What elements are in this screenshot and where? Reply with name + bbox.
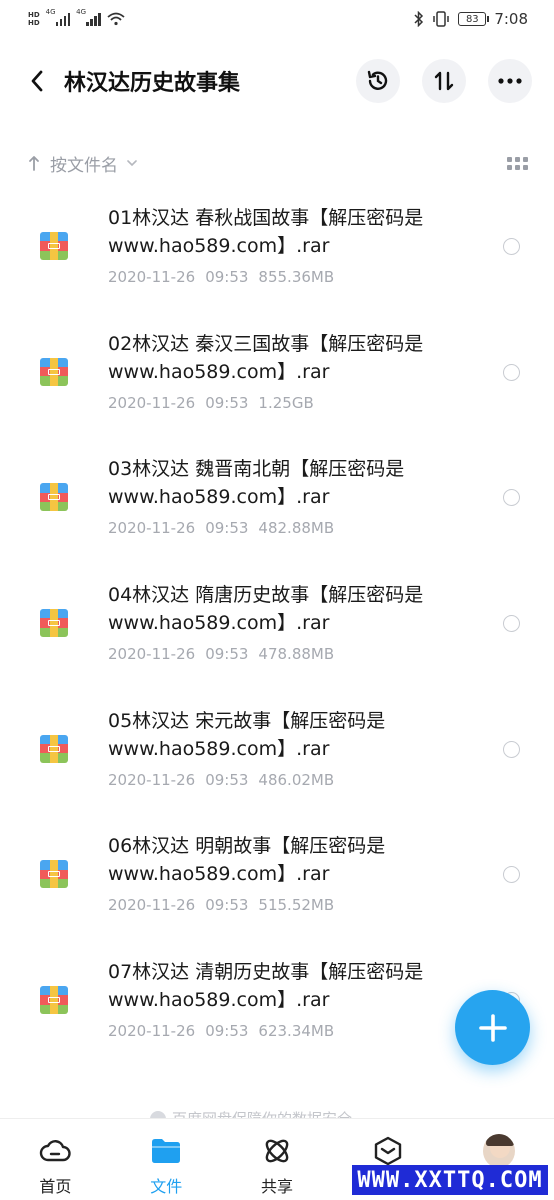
file-date: 2020-11-26 xyxy=(108,896,196,915)
tab-share[interactable]: 共享 xyxy=(222,1119,333,1200)
archive-file-icon xyxy=(40,357,68,386)
more-button[interactable] xyxy=(488,59,532,103)
file-name: 01林汉达 春秋战国故事【解压密码是www.hao589.com】.rar xyxy=(108,207,424,257)
list-item[interactable]: 03林汉达 魏晋南北朝【解压密码是www.hao589.com】.rar 202… xyxy=(0,443,554,569)
status-right: 83 7:08 xyxy=(414,10,528,28)
hd-icon: HD HD xyxy=(28,11,40,27)
vibrate-icon xyxy=(433,11,450,27)
list-item[interactable]: 04林汉达 隋唐历史故事【解压密码是www.hao589.com】.rar 20… xyxy=(0,569,554,695)
sort-button[interactable] xyxy=(422,59,466,103)
status-left: HD HD 4G 4G xyxy=(28,8,125,27)
add-button[interactable] xyxy=(455,990,530,1065)
battery-indicator: 83 xyxy=(458,12,490,26)
file-size: 1.25GB xyxy=(258,393,314,412)
select-radio[interactable] xyxy=(503,615,520,633)
file-name: 06林汉达 明朝故事【解压密码是www.hao589.com】.rar xyxy=(108,835,386,886)
tab-home-label: 首页 xyxy=(39,1177,72,1196)
archive-file-icon xyxy=(40,609,68,638)
cloud-icon xyxy=(40,1140,72,1162)
file-date: 2020-11-26 xyxy=(108,770,196,789)
tab-home[interactable]: 首页 xyxy=(0,1119,111,1200)
select-radio[interactable] xyxy=(503,740,520,758)
select-radio[interactable] xyxy=(503,363,520,381)
file-meta: 2020-11-26 09:53 515.52MB xyxy=(108,896,344,914)
file-name: 02林汉达 秦汉三国故事【解压密码是www.hao589.com】.rar xyxy=(108,332,424,383)
file-date: 2020-11-26 xyxy=(108,393,196,412)
status-bar: HD HD 4G 4G 83 7:08 xyxy=(0,0,554,38)
select-radio[interactable] xyxy=(503,238,520,255)
file-date: 2020-11-26 xyxy=(108,645,196,664)
back-icon xyxy=(31,70,43,92)
bluetooth-icon xyxy=(414,11,424,27)
file-meta: 2020-11-26 09:53 855.36MB xyxy=(108,268,344,286)
archive-file-icon xyxy=(40,483,68,512)
grid-view-icon[interactable] xyxy=(507,156,528,170)
chevron-down-icon[interactable] xyxy=(126,159,138,167)
file-date: 2020-11-26 xyxy=(108,519,196,538)
tab-share-label: 共享 xyxy=(260,1177,293,1196)
file-time: 09:53 xyxy=(205,645,249,664)
archive-file-icon xyxy=(40,860,68,889)
signal-icon: 4G xyxy=(46,8,71,26)
file-meta: 2020-11-26 09:53 486.02MB xyxy=(108,771,344,789)
plus-icon xyxy=(478,1013,507,1042)
file-size: 478.88MB xyxy=(258,645,335,664)
header: 林汉达历史故事集 xyxy=(0,50,554,112)
file-time: 09:53 xyxy=(205,896,249,915)
file-size: 855.36MB xyxy=(258,268,335,286)
list-item[interactable]: 05林汉达 宋元故事【解压密码是www.hao589.com】.rar 2020… xyxy=(0,695,554,821)
folder-icon xyxy=(152,1139,181,1163)
file-time: 09:53 xyxy=(205,268,249,286)
file-meta: 2020-11-26 09:53 478.88MB xyxy=(108,645,344,663)
watermark: WWW.XXTTQ.COM xyxy=(352,1165,548,1195)
list-item[interactable]: 01林汉达 春秋战国故事【解压密码是www.hao589.com】.rar 20… xyxy=(0,192,554,318)
file-size: 515.52MB xyxy=(258,896,335,915)
file-meta: 2020-11-26 09:53 623.34MB xyxy=(108,1022,344,1040)
file-meta: 2020-11-26 09:53 1.25GB xyxy=(108,394,324,412)
file-time: 09:53 xyxy=(205,519,249,538)
sort-arrows-icon xyxy=(434,71,454,91)
sort-up-icon[interactable] xyxy=(28,155,40,171)
file-size: 486.02MB xyxy=(258,770,335,789)
list-item[interactable]: 02林汉达 秦汉三国故事【解压密码是www.hao589.com】.rar 20… xyxy=(0,318,554,444)
tab-files-label: 文件 xyxy=(150,1177,183,1196)
file-time: 09:53 xyxy=(205,1022,249,1041)
file-list: 01林汉达 春秋战国故事【解压密码是www.hao589.com】.rar 20… xyxy=(0,192,554,1072)
select-radio[interactable] xyxy=(503,866,520,884)
archive-file-icon xyxy=(40,734,68,763)
file-size: 623.34MB xyxy=(258,1022,335,1041)
file-meta: 2020-11-26 09:53 482.88MB xyxy=(108,519,344,537)
page-title: 林汉达历史故事集 xyxy=(64,71,241,96)
file-time: 09:53 xyxy=(205,770,249,789)
status-time: 7:08 xyxy=(494,10,528,28)
history-button[interactable] xyxy=(356,59,400,103)
history-icon xyxy=(367,70,388,90)
archive-file-icon xyxy=(40,232,68,260)
list-item[interactable]: 06林汉达 明朝故事【解压密码是www.hao589.com】.rar 2020… xyxy=(0,820,554,946)
tab-files[interactable]: 文件 xyxy=(111,1119,222,1200)
file-name: 05林汉达 宋元故事【解压密码是www.hao589.com】.rar xyxy=(108,709,386,760)
file-date: 2020-11-26 xyxy=(108,1022,196,1041)
back-button[interactable] xyxy=(22,61,52,101)
more-icon xyxy=(498,78,522,84)
signal-icon-2: 4G xyxy=(76,8,101,26)
file-name: 03林汉达 魏晋南北朝【解压密码是www.hao589.com】.rar xyxy=(108,458,405,509)
select-radio[interactable] xyxy=(503,489,520,507)
cube-icon xyxy=(374,1136,401,1166)
atom-icon xyxy=(265,1139,289,1163)
file-size: 482.88MB xyxy=(258,519,335,538)
file-name: 04林汉达 隋唐历史故事【解压密码是www.hao589.com】.rar xyxy=(108,584,424,635)
file-name: 07林汉达 清朝历史故事【解压密码是www.hao589.com】.rar xyxy=(108,961,424,1012)
avatar xyxy=(482,1134,515,1168)
sort-label[interactable]: 按文件名 xyxy=(50,151,118,176)
sort-row: 按文件名 xyxy=(0,145,554,181)
file-time: 09:53 xyxy=(205,393,249,412)
archive-file-icon xyxy=(40,986,68,1015)
wifi-icon xyxy=(107,12,125,26)
file-date: 2020-11-26 xyxy=(108,268,196,286)
